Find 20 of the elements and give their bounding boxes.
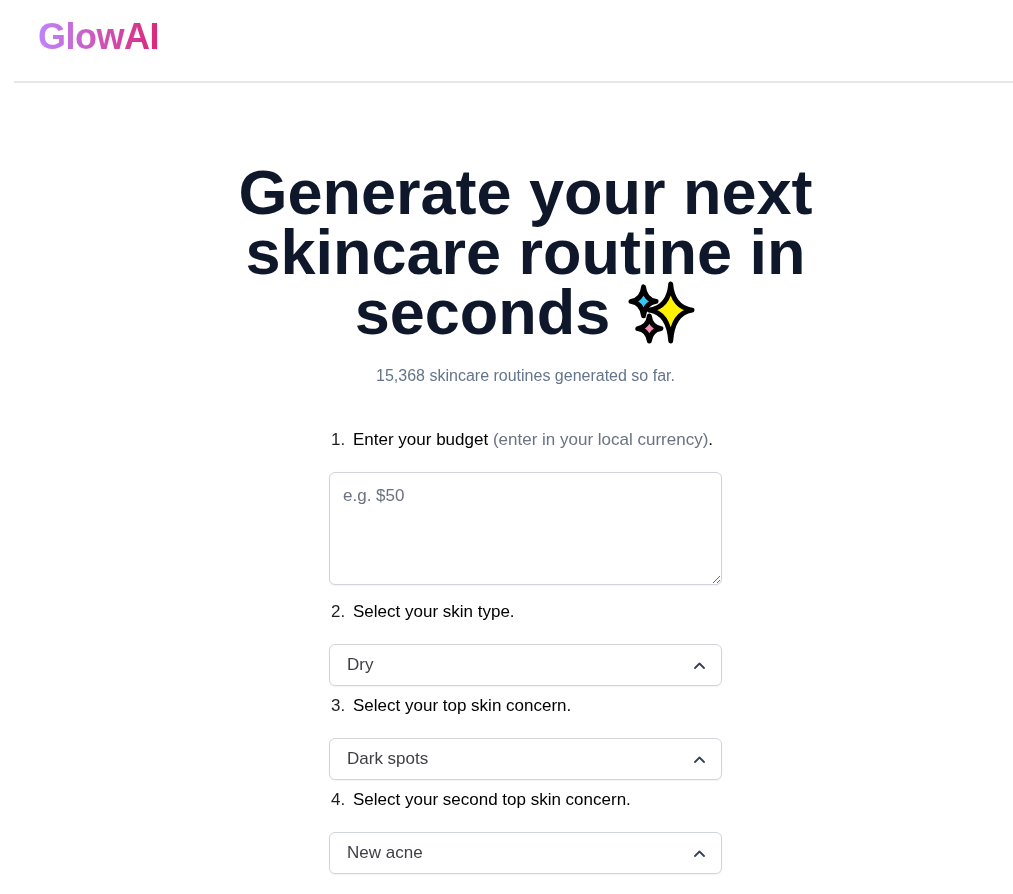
- chevron-up-icon: [694, 661, 705, 669]
- step-number: 4.: [330, 789, 347, 811]
- hero-heading: seconds: [354, 286, 611, 346]
- step-label: Enter your budget (enter in your local currency).: [353, 429, 714, 451]
- hero-heading: Generate your next: [238, 166, 813, 226]
- step-number: 1.: [330, 429, 347, 451]
- step-label: Select your top skin concern.: [353, 695, 572, 717]
- step-label: Select your second top skin concern.: [353, 789, 631, 811]
- chevron-up-icon: [694, 849, 705, 857]
- dropdown-select[interactable]: Dark spots: [329, 738, 722, 780]
- step-number: 3.: [330, 695, 347, 717]
- step-label: Select your skin type.: [353, 601, 515, 623]
- sparkles-icon: [626, 280, 697, 346]
- routines-count-text: 15,368 skincare routines generated so far.: [375, 366, 676, 386]
- dropdown-select[interactable]: Dry: [329, 644, 722, 686]
- budget-input[interactable]: e.g. $50: [329, 472, 722, 585]
- hero-heading: skincare routine in: [245, 226, 806, 286]
- chevron-up-icon: [694, 755, 705, 763]
- dropdown-select[interactable]: New acne: [329, 832, 722, 874]
- step-number: 2.: [330, 601, 347, 623]
